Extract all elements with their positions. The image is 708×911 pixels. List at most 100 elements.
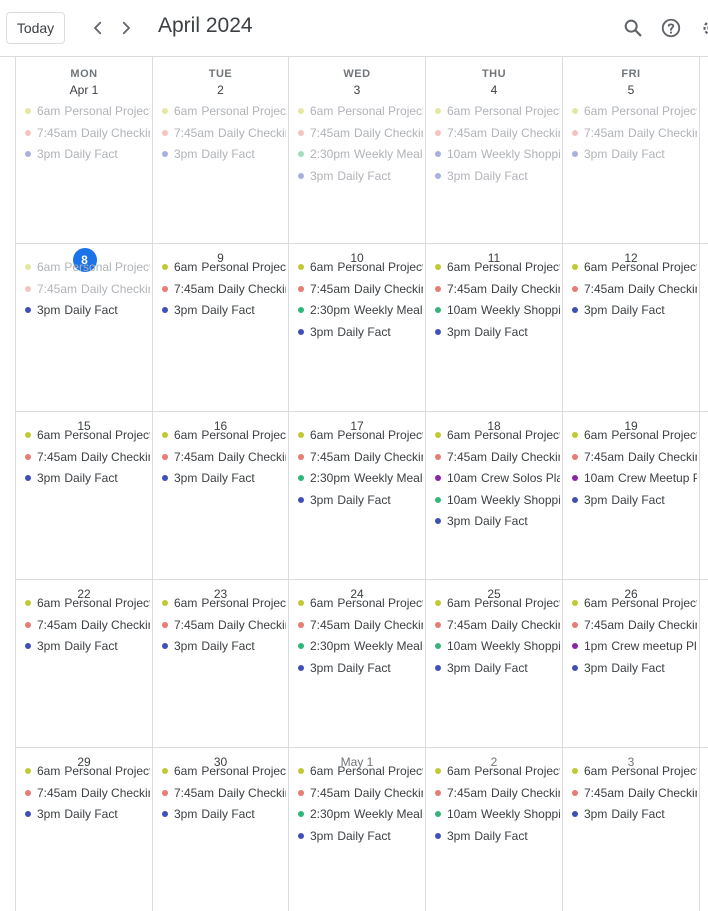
calendar-event[interactable]: 7:45am Daily Checkin: [25, 784, 150, 802]
calendar-event[interactable]: 6am Personal Projects: [25, 762, 150, 780]
calendar-event[interactable]: 3pm Daily Fact: [572, 491, 697, 509]
calendar-event[interactable]: 6am Personal Projects: [25, 258, 150, 276]
day-cell[interactable]: 8 6am Personal Projects 7:45am Daily Checkin…: [16, 244, 152, 411]
calendar-event[interactable]: 3pm Daily Fact: [435, 167, 560, 185]
calendar-event[interactable]: 3pm Daily Fact: [298, 491, 423, 509]
calendar-event[interactable]: 3pm Daily Fact: [572, 301, 697, 319]
calendar-event[interactable]: 1pm Crew meetup Pla: [572, 637, 697, 655]
calendar-event[interactable]: 7:45am Daily Checkin: [572, 280, 697, 298]
day-cell[interactable]: 3 6am Personal Projects 7:45am Daily Checkin…: [563, 748, 699, 911]
calendar-event[interactable]: 2:30pmWeekly Meal Pl: [298, 469, 423, 487]
day-cell[interactable]: 2 6am Personal Projects 7:45am Daily Checkin…: [426, 748, 562, 911]
next-month-button[interactable]: [114, 14, 138, 42]
calendar-event[interactable]: 6am Personal Projects: [572, 594, 697, 612]
calendar-event[interactable]: 6am Personal Projects: [25, 594, 150, 612]
day-number[interactable]: 4: [426, 83, 562, 97]
day-cell[interactable]: 26 6am Personal Projects 7:45am Daily Checki…: [563, 580, 699, 747]
calendar-event[interactable]: 3pm Daily Fact: [572, 805, 697, 823]
calendar-event[interactable]: 3pm Daily Fact: [162, 469, 286, 487]
calendar-event[interactable]: 3pm Daily Fact: [25, 637, 150, 655]
day-cell[interactable]: 29 6am Personal Projects 7:45am Daily Checki…: [16, 748, 152, 911]
calendar-event[interactable]: 7:45am Daily Checkin: [162, 280, 286, 298]
day-number[interactable]: Apr 1: [16, 83, 152, 97]
today-button[interactable]: Today: [6, 12, 65, 44]
day-cell[interactable]: TUE 2 6am Personal Projects 7:45am Daily Chec…: [153, 58, 288, 243]
calendar-event[interactable]: 3pm Daily Fact: [435, 827, 560, 845]
day-number[interactable]: 2: [153, 83, 288, 97]
calendar-event[interactable]: 3pm Daily Fact: [25, 469, 150, 487]
calendar-event[interactable]: 3pm Daily Fact: [25, 145, 150, 163]
calendar-event[interactable]: 6am Personal Projects: [435, 762, 560, 780]
day-cell[interactable]: 17 6am Personal Projects 7:45am Daily Checki…: [289, 412, 425, 579]
calendar-event[interactable]: 6am Personal Projects: [162, 426, 286, 444]
calendar-event[interactable]: 6am Personal Projects: [25, 102, 150, 120]
calendar-event[interactable]: 3pm Daily Fact: [572, 659, 697, 677]
calendar-event[interactable]: 10amCrew Solos Plan: [435, 469, 560, 487]
calendar-event[interactable]: 3pm Daily Fact: [162, 805, 286, 823]
calendar-event[interactable]: 3pm Daily Fact: [298, 323, 423, 341]
day-cell[interactable]: 12 6am Personal Projects 7:45am Daily Checki…: [563, 244, 699, 411]
calendar-event[interactable]: 6am Personal Projects: [162, 762, 286, 780]
calendar-event[interactable]: 6am Personal Projects: [162, 258, 286, 276]
calendar-event[interactable]: 10amWeekly Shopping: [435, 637, 560, 655]
calendar-event[interactable]: 2:30pmWeekly Meal Pl: [298, 637, 423, 655]
calendar-event[interactable]: 6am Personal Projects: [572, 258, 697, 276]
calendar-event[interactable]: 10amWeekly Shopping: [435, 145, 560, 163]
calendar-event[interactable]: 10amWeekly Shopping: [435, 301, 560, 319]
day-cell[interactable]: 16 6am Personal Projects 7:45am Daily Checki…: [153, 412, 288, 579]
calendar-event[interactable]: 7:45am Daily Checkin: [298, 124, 423, 142]
day-cell[interactable]: May 1 6am Personal Projects 7:45am Daily Che…: [289, 748, 425, 911]
calendar-event[interactable]: 6am Personal Projects: [572, 762, 697, 780]
calendar-event[interactable]: 10amWeekly Shopping: [435, 805, 560, 823]
day-cell[interactable]: 24 6am Personal Projects 7:45am Daily Checki…: [289, 580, 425, 747]
day-cell[interactable]: 23 6am Personal Projects 7:45am Daily Checki…: [153, 580, 288, 747]
calendar-event[interactable]: 7:45am Daily Checkin: [298, 784, 423, 802]
calendar-event[interactable]: 6am Personal Projects: [298, 594, 423, 612]
calendar-event[interactable]: 6am Personal Projects: [435, 102, 560, 120]
settings-button[interactable]: [698, 15, 708, 41]
calendar-event[interactable]: 6am Personal Projects: [25, 426, 150, 444]
calendar-event[interactable]: 7:45am Daily Checkin: [435, 616, 560, 634]
calendar-event[interactable]: 7:45am Daily Checkin: [298, 280, 423, 298]
help-button[interactable]: [658, 15, 684, 41]
calendar-event[interactable]: 7:45am Daily Checkin: [572, 616, 697, 634]
calendar-event[interactable]: 3pm Daily Fact: [435, 323, 560, 341]
day-cell[interactable]: 9 6am Personal Projects 7:45am Daily Checkin…: [153, 244, 288, 411]
calendar-event[interactable]: 7:45am Daily Checkin: [298, 616, 423, 634]
calendar-event[interactable]: 2:30pmWeekly Meal Pl: [298, 805, 423, 823]
calendar-event[interactable]: 6am Personal Projects: [435, 426, 560, 444]
calendar-event[interactable]: 6am Personal Projects: [298, 258, 423, 276]
calendar-event[interactable]: 6am Personal Projects: [298, 762, 423, 780]
previous-month-button[interactable]: [86, 14, 110, 42]
calendar-event[interactable]: 7:45am Daily Checkin: [435, 784, 560, 802]
calendar-event[interactable]: 3pm Daily Fact: [298, 167, 423, 185]
calendar-event[interactable]: 6am Personal Projects: [162, 102, 286, 120]
calendar-event[interactable]: 2:30pmWeekly Meal Pl: [298, 145, 423, 163]
calendar-event[interactable]: 3pm Daily Fact: [162, 145, 286, 163]
calendar-event[interactable]: 7:45am Daily Checkin: [25, 616, 150, 634]
day-cell[interactable]: FRI 5 6am Personal Projects 7:45am Daily Chec…: [563, 58, 699, 243]
calendar-event[interactable]: 7:45am Daily Checkin: [25, 280, 150, 298]
calendar-event[interactable]: 7:45am Daily Checkin: [162, 616, 286, 634]
calendar-event[interactable]: 6am Personal Projects: [572, 426, 697, 444]
calendar-event[interactable]: 7:45am Daily Checkin: [572, 124, 697, 142]
search-button[interactable]: [620, 15, 646, 41]
day-number[interactable]: 5: [563, 83, 699, 97]
day-cell[interactable]: 10 6am Personal Projects 7:45am Daily Checki…: [289, 244, 425, 411]
calendar-event[interactable]: 3pm Daily Fact: [25, 301, 150, 319]
calendar-event[interactable]: 3pm Daily Fact: [435, 659, 560, 677]
calendar-event[interactable]: 7:45am Daily Checkin: [25, 448, 150, 466]
calendar-event[interactable]: 3pm Daily Fact: [572, 145, 697, 163]
calendar-event[interactable]: 3pm Daily Fact: [25, 805, 150, 823]
day-cell[interactable]: 15 6am Personal Projects 7:45am Daily Checki…: [16, 412, 152, 579]
calendar-event[interactable]: 7:45am Daily Checkin: [572, 784, 697, 802]
calendar-event[interactable]: 7:45am Daily Checkin: [298, 448, 423, 466]
calendar-event[interactable]: 6am Personal Projects: [298, 102, 423, 120]
calendar-event[interactable]: 7:45am Daily Checkin: [162, 448, 286, 466]
calendar-event[interactable]: 3pm Daily Fact: [298, 827, 423, 845]
calendar-event[interactable]: 10amWeekly Shopping: [435, 491, 560, 509]
day-cell[interactable]: 30 6am Personal Projects 7:45am Daily Checki…: [153, 748, 288, 911]
calendar-event[interactable]: 6am Personal Projects: [435, 594, 560, 612]
day-cell[interactable]: 19 6am Personal Projects 7:45am Daily Checki…: [563, 412, 699, 579]
day-number[interactable]: 3: [289, 83, 425, 97]
